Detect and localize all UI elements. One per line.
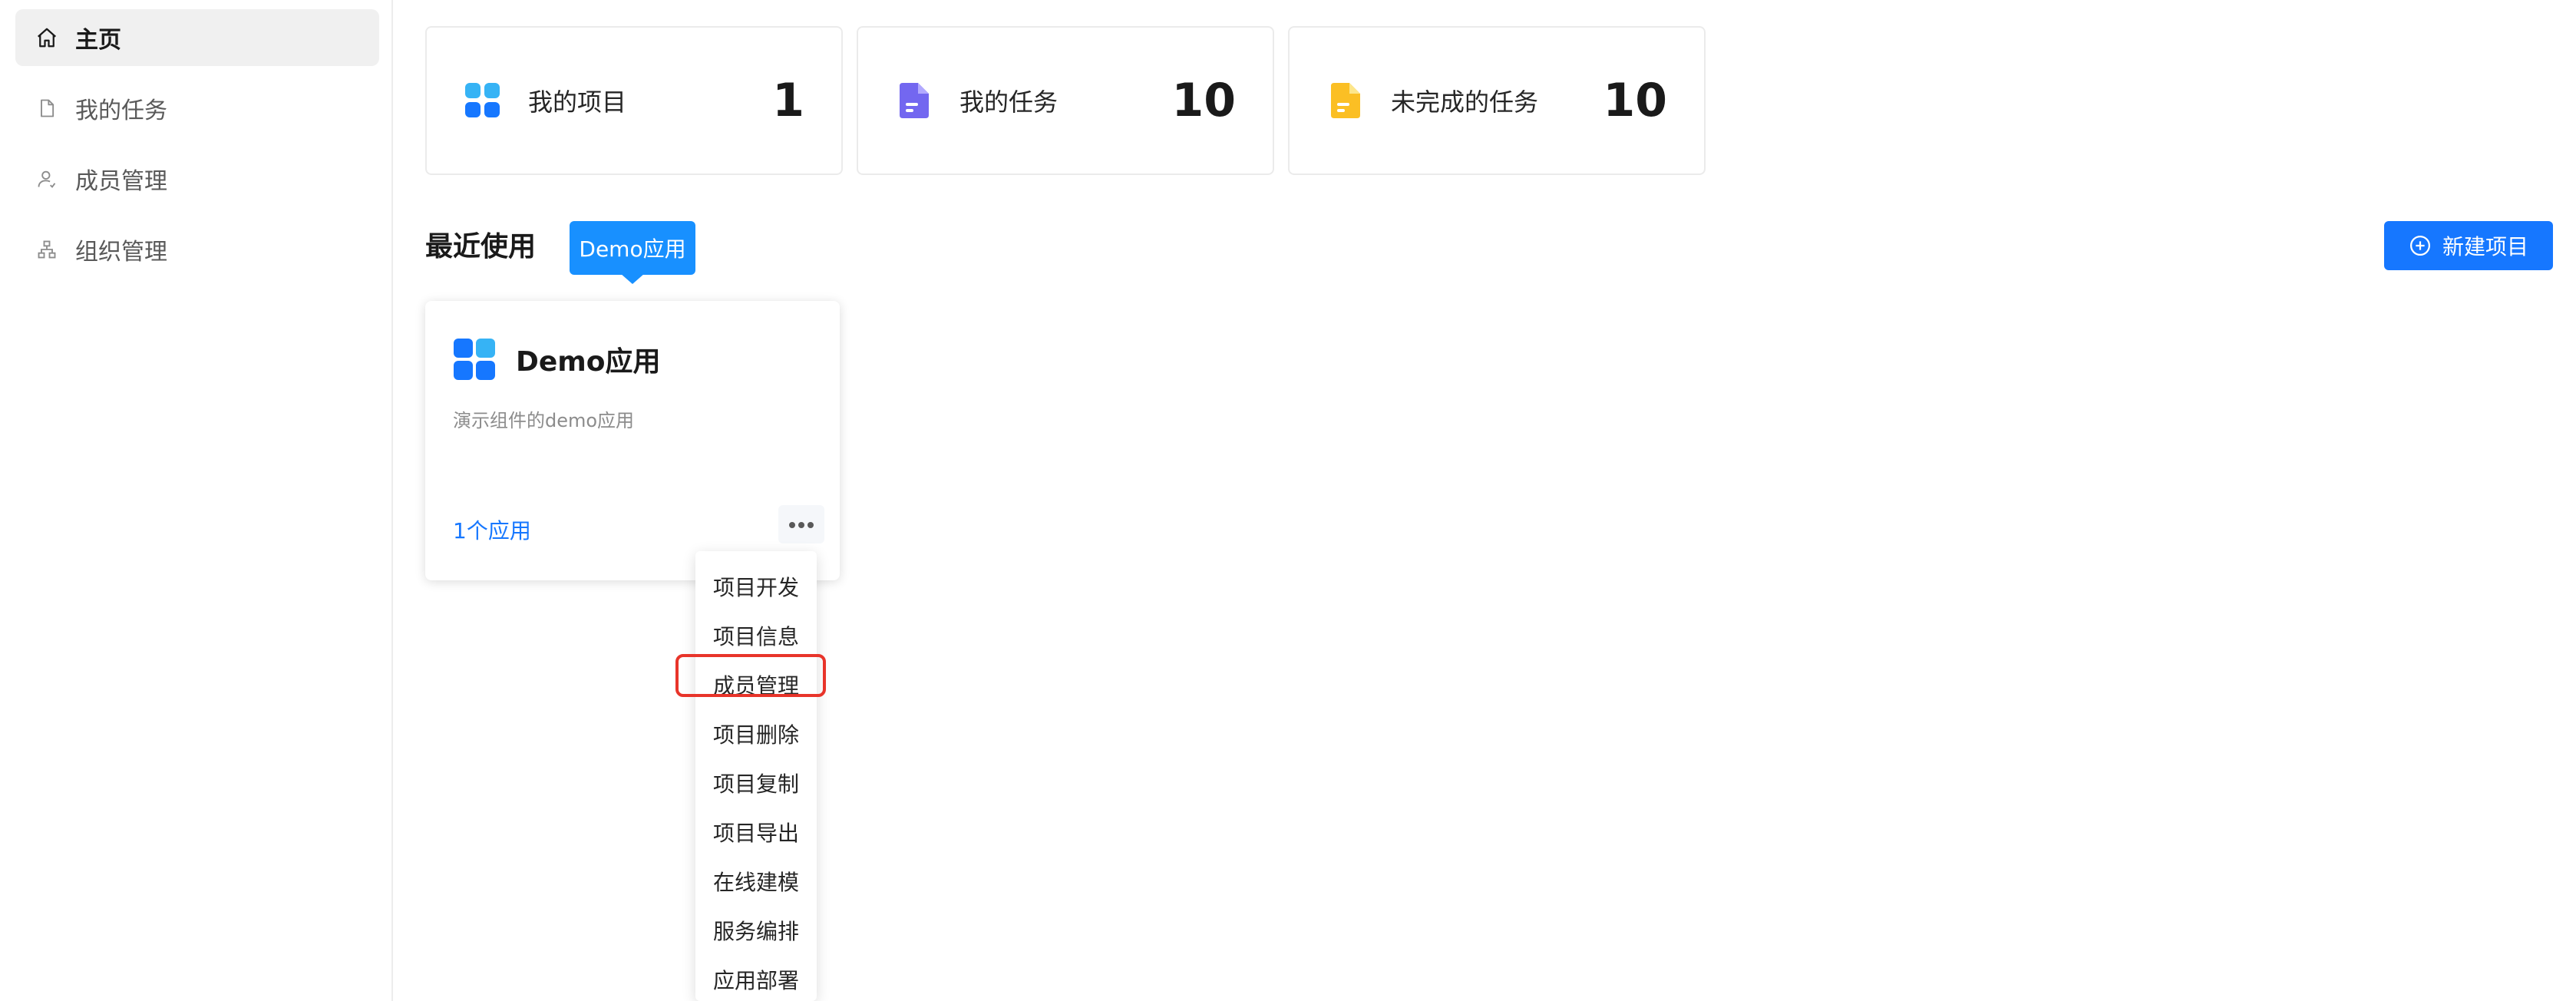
project-tooltip: Demo应用 — [570, 221, 695, 275]
sidebar-item-label: 组织管理 — [75, 239, 167, 266]
more-options-button[interactable] — [778, 505, 824, 543]
menu-item-online-modeling[interactable]: 在线建模 — [695, 857, 817, 906]
stat-value: 10 — [1603, 74, 1668, 127]
stat-value: 1 — [772, 74, 804, 127]
app-count-link[interactable]: 1个应用 — [453, 514, 531, 545]
sidebar-item-members[interactable]: 成员管理 — [15, 150, 379, 207]
project-description: 演示组件的demo应用 — [453, 410, 635, 431]
project-actions-menu: 项目开发 项目信息 成员管理 项目删除 项目复制 项目导出 在线建模 服务编排 … — [695, 551, 817, 1001]
menu-item-project-delete[interactable]: 项目删除 — [695, 709, 817, 758]
stat-card-my-projects[interactable]: 我的项目 1 — [425, 26, 843, 175]
new-project-label: 新建项目 — [2442, 234, 2528, 259]
menu-item-project-export[interactable]: 项目导出 — [695, 808, 817, 857]
sidebar-item-home[interactable]: 主页 — [15, 9, 379, 66]
new-project-button[interactable]: 新建项目 — [2384, 221, 2553, 270]
tooltip-arrow — [620, 273, 645, 284]
stat-card-pending-tasks[interactable]: 未完成的任务 10 — [1288, 26, 1706, 175]
stat-label: 未完成的任务 — [1391, 88, 1539, 117]
stat-label: 我的项目 — [528, 88, 627, 117]
ellipsis-icon — [788, 517, 814, 532]
pending-file-icon — [1326, 81, 1365, 120]
sidebar-item-label: 主页 — [75, 27, 121, 54]
menu-item-project-copy[interactable]: 项目复制 — [695, 758, 817, 808]
sidebar-item-tasks[interactable]: 我的任务 — [15, 80, 379, 137]
stat-value: 10 — [1171, 74, 1237, 127]
sidebar-item-label: 我的任务 — [75, 97, 167, 124]
stat-label: 我的任务 — [959, 88, 1058, 117]
app-root: 主页 我的任务 成员管理 组织管理 我的项目 1 我的任务 10 未完成的任务 … — [0, 0, 2576, 1001]
project-logo-icon — [453, 338, 496, 381]
org-chart-icon — [34, 236, 60, 263]
menu-item-project-info[interactable]: 项目信息 — [695, 611, 817, 660]
menu-item-project-dev[interactable]: 项目开发 — [695, 562, 817, 611]
project-card[interactable]: Demo应用 演示组件的demo应用 1个应用 — [425, 301, 840, 580]
project-name: Demo应用 — [516, 346, 661, 378]
document-icon — [34, 95, 60, 121]
sidebar: 主页 我的任务 成员管理 组织管理 — [0, 0, 393, 1001]
sidebar-item-org[interactable]: 组织管理 — [15, 221, 379, 278]
project-grid-icon — [464, 81, 502, 120]
menu-item-app-deploy[interactable]: 应用部署 — [695, 955, 817, 1001]
sidebar-item-label: 成员管理 — [75, 168, 167, 195]
task-file-icon — [895, 81, 933, 120]
user-icon — [34, 166, 60, 192]
stat-card-my-tasks[interactable]: 我的任务 10 — [857, 26, 1274, 175]
menu-item-member-management[interactable]: 成员管理 — [695, 660, 817, 709]
home-icon — [34, 25, 60, 51]
plus-circle-icon — [2409, 234, 2432, 257]
menu-item-service-orchestration[interactable]: 服务编排 — [695, 906, 817, 955]
section-title-recent: 最近使用 — [425, 231, 537, 263]
